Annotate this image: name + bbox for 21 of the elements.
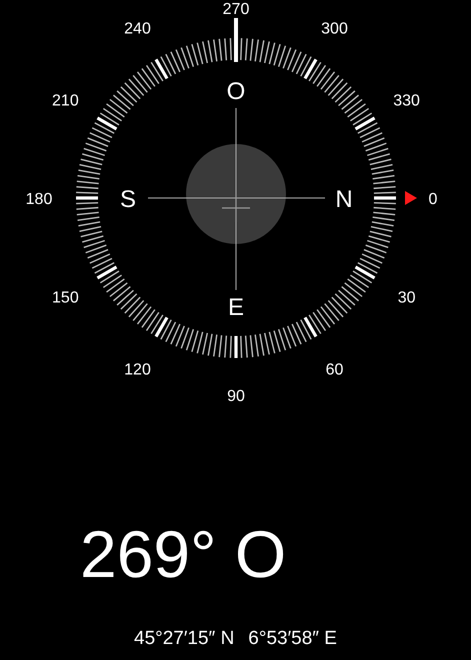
degree-label: 270: [222, 1, 250, 18]
latitude: 45°27′15″ N: [134, 628, 234, 650]
cardinal-label: N: [335, 186, 353, 213]
degree-label: 180: [26, 191, 52, 208]
cardinal-label: S: [120, 186, 136, 213]
degree-label: 60: [326, 362, 344, 379]
degree-label: 0: [428, 191, 438, 208]
degree-label: 90: [227, 388, 245, 405]
north-marker-icon: [405, 191, 417, 205]
cardinal-label: O: [226, 78, 246, 105]
longitude: 6°53′58″ E: [248, 628, 337, 650]
degree-label: 330: [393, 92, 420, 110]
degree-label: 120: [124, 362, 151, 379]
heading-reading: 269° O: [80, 516, 288, 593]
cardinal-label: E: [228, 294, 244, 321]
degree-label: 240: [124, 20, 151, 38]
degree-label: 300: [321, 20, 348, 38]
heading-needle: [234, 18, 238, 62]
degree-label: 210: [52, 92, 79, 110]
degree-label: 150: [52, 290, 79, 306]
degree-label: 30: [398, 290, 416, 306]
